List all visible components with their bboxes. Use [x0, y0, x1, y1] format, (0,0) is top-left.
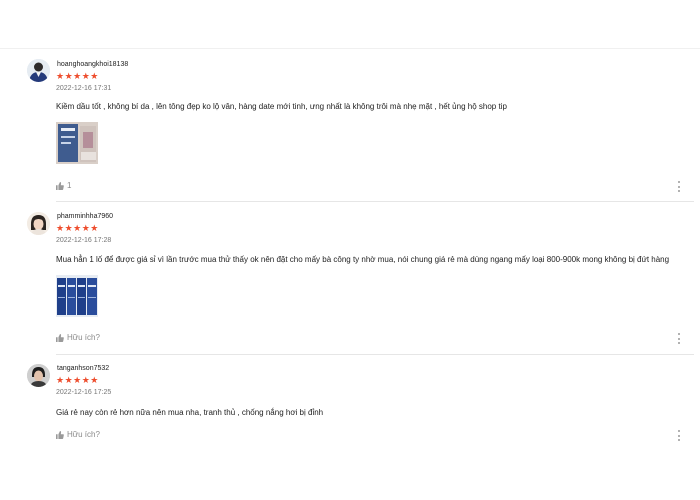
review-date: 2022-12-16 17:31 [56, 85, 112, 92]
rating-stars: ★★★★★ [56, 72, 99, 81]
more-vertical-icon[interactable] [677, 430, 681, 441]
product-photo [56, 275, 98, 317]
review-photo[interactable] [56, 275, 98, 317]
star-rating: ★★★★★ [56, 375, 99, 385]
helpful-label: Hữu ích? [67, 333, 100, 342]
more-vertical-icon[interactable] [677, 181, 681, 192]
reviewer-username[interactable]: hoanghoangkhoi18138 [57, 61, 128, 68]
avatar[interactable] [27, 212, 50, 235]
reviewer-username[interactable]: phamminhha7960 [57, 213, 113, 220]
review-date: 2022-12-16 17:25 [56, 389, 112, 396]
rating-stars: ★★★★★ [56, 376, 99, 385]
thumbs-up-icon [56, 181, 64, 190]
product-photo [56, 122, 98, 164]
avatar[interactable] [27, 59, 50, 82]
review-divider [56, 354, 694, 355]
rating-stars: ★★★★★ [56, 224, 99, 233]
review-photo[interactable] [56, 122, 98, 164]
user-photo [27, 59, 50, 82]
like-button[interactable]: Hữu ích? [56, 430, 100, 439]
user-photo [27, 212, 50, 235]
review-comment: Giá rẻ nay còn rẻ hơn nữa nên mua nha, t… [56, 408, 324, 417]
avatar[interactable] [27, 364, 50, 387]
thumbs-up-icon [56, 333, 64, 342]
user-photo [27, 364, 50, 387]
review-date: 2022-12-16 17:28 [56, 237, 112, 244]
helpful-label: Hữu ích? [67, 430, 100, 439]
reviewer-username[interactable]: tanganhson7532 [57, 365, 109, 372]
thumbs-up-icon [56, 430, 64, 439]
star-rating: ★★★★★ [56, 223, 99, 233]
like-count: 1 [67, 181, 72, 190]
like-button[interactable]: 1 [56, 181, 71, 190]
top-divider [0, 48, 700, 49]
review-comment: Mua hẳn 1 lố để được giá sỉ vì lần trước… [56, 255, 670, 264]
review-divider [56, 201, 694, 202]
more-vertical-icon[interactable] [677, 333, 681, 344]
star-rating: ★★★★★ [56, 71, 99, 81]
review-comment: Kiềm dầu tốt , không bí da , lên tông đẹ… [56, 102, 507, 111]
like-button[interactable]: Hữu ích? [56, 333, 100, 342]
